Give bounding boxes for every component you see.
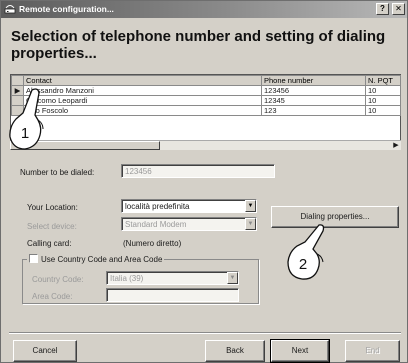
hand-pointer-icon: 2 bbox=[287, 224, 325, 280]
area-code-label: Area Code: bbox=[32, 292, 73, 301]
remote-configuration-dialog: Remote configuration... ? ✕ Selection of… bbox=[0, 0, 408, 363]
checkbox-label: Use Country Code and Area Code bbox=[41, 255, 163, 264]
table-header-row: Contact Phone number N. PQT bbox=[11, 75, 401, 86]
use-country-area-checkbox[interactable]: Use Country Code and Area Code bbox=[27, 254, 165, 264]
chevron-down-icon[interactable]: ▼ bbox=[245, 200, 256, 212]
number-to-dial-label: Number to be dialed: bbox=[20, 168, 95, 177]
device-label: Select device: bbox=[27, 222, 77, 231]
chevron-down-icon[interactable]: ▼ bbox=[227, 272, 238, 284]
phone-cell[interactable]: 123456 bbox=[261, 85, 366, 96]
modem-icon bbox=[4, 3, 16, 15]
npqt-cell[interactable]: 10 bbox=[365, 95, 401, 106]
contacts-table: Contact Phone number N. PQT ▶ Alessandro… bbox=[10, 74, 401, 149]
area-code-field[interactable] bbox=[106, 288, 239, 302]
device-value: Standard Modem bbox=[125, 220, 187, 229]
contact-cell[interactable]: Giacomo Leopardi bbox=[23, 95, 262, 106]
table-row[interactable]: Ugo Foscolo 123 10 bbox=[11, 105, 401, 116]
help-button[interactable]: ? bbox=[376, 3, 389, 15]
number-to-dial-field[interactable]: 123456 bbox=[121, 164, 275, 178]
horizontal-scrollbar[interactable]: ▶ bbox=[10, 140, 401, 150]
phone-cell[interactable]: 123 bbox=[261, 105, 366, 116]
window-title: Remote configuration... bbox=[19, 4, 114, 14]
hand-pointer-icon: 1 bbox=[9, 88, 44, 150]
back-button[interactable]: Back bbox=[205, 340, 265, 362]
column-header-selector bbox=[11, 75, 24, 86]
device-select[interactable]: Standard Modem ▼ bbox=[121, 217, 257, 231]
scroll-right-icon[interactable]: ▶ bbox=[391, 141, 401, 150]
column-header-contact[interactable]: Contact bbox=[23, 75, 262, 86]
column-header-npqt[interactable]: N. PQT bbox=[365, 75, 401, 86]
title-bar: Remote configuration... ? ✕ bbox=[1, 1, 407, 18]
page-heading: Selection of telephone number and settin… bbox=[11, 28, 386, 62]
end-button[interactable]: End bbox=[345, 340, 400, 362]
chevron-down-icon[interactable]: ▼ bbox=[245, 218, 256, 230]
country-code-value: Italia (39) bbox=[110, 274, 144, 283]
npqt-cell[interactable]: 10 bbox=[365, 85, 401, 96]
callout-number-1: 1 bbox=[21, 125, 29, 142]
cancel-button[interactable]: Cancel bbox=[13, 340, 77, 362]
close-button[interactable]: ✕ bbox=[392, 3, 405, 15]
country-code-label: Country Code: bbox=[32, 275, 84, 284]
location-label: Your Location: bbox=[27, 203, 78, 212]
table-row[interactable]: ▶ Alessandro Manzoni 123456 10 bbox=[11, 85, 401, 96]
divider bbox=[9, 332, 401, 334]
checkbox-box[interactable] bbox=[29, 254, 38, 263]
column-header-phone[interactable]: Phone number bbox=[261, 75, 366, 86]
calling-card-value: (Numero diretto) bbox=[123, 239, 182, 248]
country-code-select[interactable]: Italia (39) ▼ bbox=[106, 271, 239, 285]
calling-card-label: Calling card: bbox=[27, 239, 72, 248]
phone-cell[interactable]: 12345 bbox=[261, 95, 366, 106]
npqt-cell[interactable]: 10 bbox=[365, 105, 401, 116]
contact-cell[interactable]: Ugo Foscolo bbox=[23, 105, 262, 116]
contact-cell[interactable]: Alessandro Manzoni bbox=[23, 85, 262, 96]
location-value: località predefinita bbox=[125, 202, 190, 211]
next-button[interactable]: Next bbox=[270, 339, 330, 363]
location-select[interactable]: località predefinita ▼ bbox=[121, 199, 257, 213]
callout-number-2: 2 bbox=[299, 256, 307, 273]
table-row[interactable]: Giacomo Leopardi 12345 10 bbox=[11, 95, 401, 106]
